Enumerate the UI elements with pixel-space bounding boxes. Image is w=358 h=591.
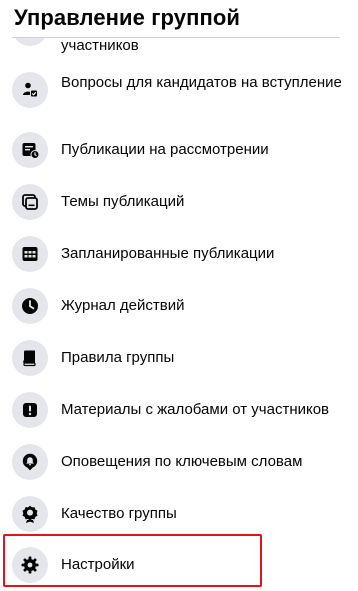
menu-item-member-questions[interactable]: Вопросы для кандидатов на вступление bbox=[4, 68, 344, 112]
menu-item-label: Настройки bbox=[61, 556, 135, 573]
menu-item-post-topics[interactable]: Темы публикаций bbox=[4, 180, 344, 224]
menu-item-pending-posts[interactable]: Публикации на рассмотрении bbox=[4, 128, 344, 172]
page-title: Управление группой bbox=[14, 5, 241, 30]
menu-item-label: Материалы с жалобами от участников bbox=[61, 401, 330, 418]
menu-item-label: Вопросы для кандидатов на вступление bbox=[61, 74, 342, 91]
menu-item-label: Качество группы bbox=[61, 505, 177, 522]
menu-item-label: Запланированные публикации bbox=[61, 245, 275, 262]
menu-item-label: Правила группы bbox=[61, 349, 175, 366]
header-divider bbox=[12, 37, 340, 38]
post-topics-icon bbox=[12, 184, 48, 220]
member-questions-icon bbox=[12, 72, 48, 108]
menu-item-settings[interactable]: Настройки bbox=[4, 544, 344, 588]
book-icon bbox=[12, 340, 48, 376]
menu-item-label: Публикации на рассмотрении bbox=[61, 141, 269, 158]
menu-item-label: участников bbox=[61, 37, 139, 54]
menu-item-activity-log[interactable]: Журнал действий bbox=[4, 284, 344, 328]
bell-alert-icon bbox=[12, 444, 48, 480]
menu-item-label: Темы публикаций bbox=[61, 193, 185, 210]
menu-item-keyword-alerts[interactable]: Оповещения по ключевым словам bbox=[4, 440, 344, 484]
quality-badge-icon bbox=[12, 496, 48, 532]
pending-posts-icon bbox=[12, 132, 48, 168]
menu-item-group-quality[interactable]: Качество группы bbox=[4, 492, 344, 536]
menu-item-member-reported-content[interactable]: Материалы с жалобами от участников bbox=[4, 388, 344, 432]
panel-header: Управление группой bbox=[0, 0, 358, 38]
report-icon bbox=[12, 392, 48, 428]
gear-icon bbox=[12, 547, 48, 583]
menu-item-label: Оповещения по ключевым словам bbox=[61, 453, 303, 470]
menu-item-group-rules[interactable]: Правила группы bbox=[4, 336, 344, 380]
clock-icon bbox=[12, 288, 48, 324]
calendar-icon bbox=[12, 236, 48, 272]
menu-item-label: Журнал действий bbox=[61, 297, 185, 314]
menu-item-scheduled-posts[interactable]: Запланированные публикации bbox=[4, 232, 344, 276]
